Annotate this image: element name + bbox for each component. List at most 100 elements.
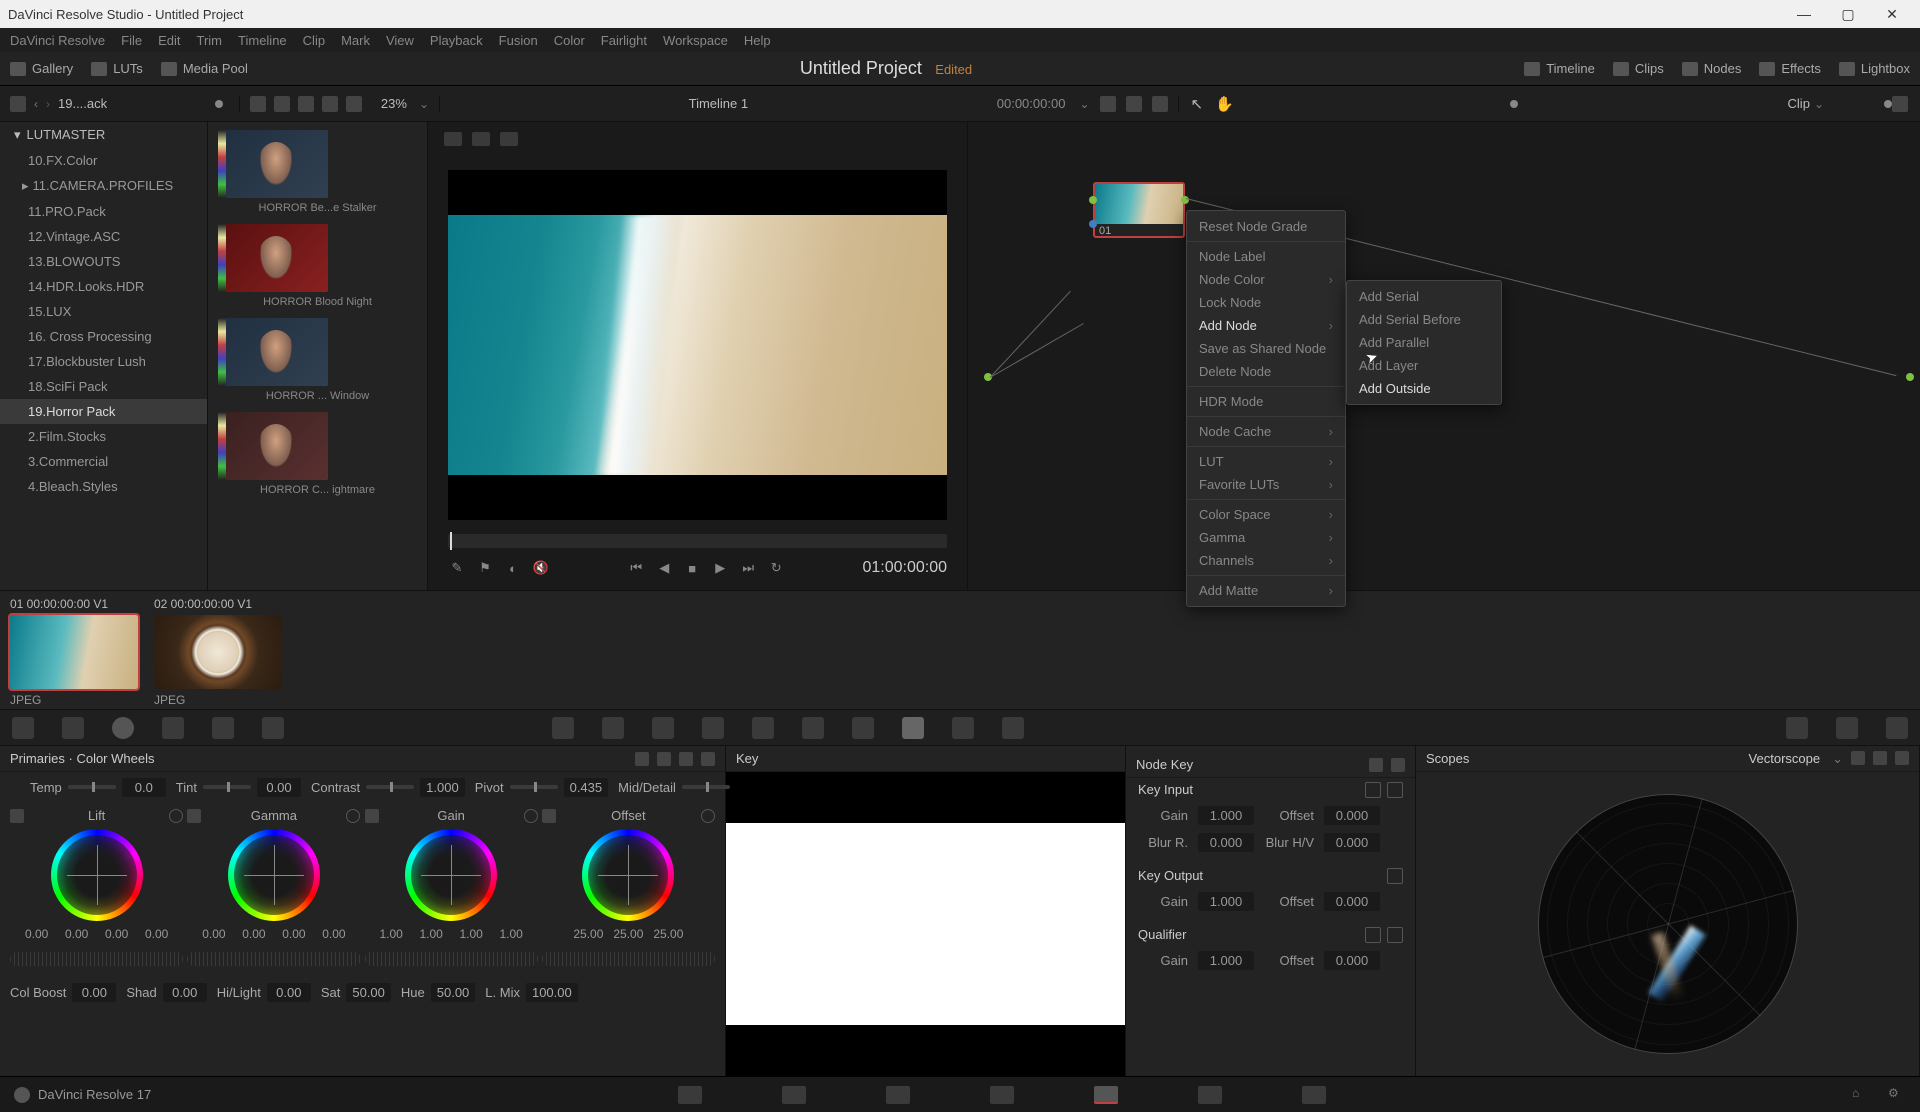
ctx-add-serial-before[interactable]: Add Serial Before xyxy=(1347,308,1501,331)
viewer-tc-top[interactable]: 00:00:00:00 xyxy=(997,96,1066,111)
palette-magic-icon[interactable] xyxy=(802,717,824,739)
wheel-reset-icon[interactable] xyxy=(346,809,360,823)
tab-mediapool[interactable]: Media Pool xyxy=(161,61,248,76)
ko-invert-icon[interactable] xyxy=(1387,868,1403,884)
ctx-favorite-luts[interactable]: Favorite LUTs› xyxy=(1187,473,1345,496)
graph-output-socket[interactable] xyxy=(1906,373,1914,381)
menu-trim[interactable]: Trim xyxy=(197,33,223,48)
val-lmix[interactable]: 100.00 xyxy=(526,983,578,1002)
slider-temp[interactable] xyxy=(68,785,116,789)
ctx-node-label[interactable]: Node Label xyxy=(1187,245,1345,268)
ctx-gamma[interactable]: Gamma› xyxy=(1187,526,1345,549)
lut-thumb[interactable] xyxy=(218,224,328,292)
pointer-icon[interactable]: ↖ xyxy=(1191,95,1204,113)
lut-thumb[interactable] xyxy=(218,318,328,386)
nodes-more-icon[interactable] xyxy=(1892,96,1908,112)
tree-item[interactable]: 2.Film.Stocks xyxy=(0,424,207,449)
palette-key-icon[interactable] xyxy=(902,717,924,739)
ki-gain[interactable]: 1.000 xyxy=(1198,806,1254,825)
ki-offset[interactable]: 0.000 xyxy=(1324,806,1380,825)
ctx-lut[interactable]: LUT› xyxy=(1187,450,1345,473)
node-in-socket[interactable] xyxy=(1089,196,1097,204)
slider-tint[interactable] xyxy=(203,785,251,789)
wheel-lift[interactable] xyxy=(51,829,143,921)
nodekey-more-icon[interactable] xyxy=(1391,758,1405,772)
val-hue[interactable]: 50.00 xyxy=(431,983,476,1002)
palette-primaries-icon[interactable] xyxy=(62,717,84,739)
palette-sizing-icon[interactable] xyxy=(952,717,974,739)
wheel-picker-icon[interactable] xyxy=(10,809,24,823)
ctx-lock-node[interactable]: Lock Node xyxy=(1187,291,1345,314)
tree-item[interactable]: 13.BLOWOUTS xyxy=(0,249,207,274)
jog-gamma[interactable] xyxy=(187,952,360,966)
viewer-scrubber[interactable] xyxy=(448,534,947,548)
primaries-mode1-icon[interactable] xyxy=(635,752,649,766)
panel-icon[interactable] xyxy=(10,96,26,112)
jog-offset[interactable] xyxy=(542,952,715,966)
settings-icon[interactable]: ⚙ xyxy=(1888,1086,1906,1104)
palette-blur-icon[interactable] xyxy=(852,717,874,739)
palette-hdr-icon[interactable] xyxy=(162,717,184,739)
jog-gain[interactable] xyxy=(365,952,538,966)
viewer-timecode[interactable]: 01:00:00:00 xyxy=(862,559,947,577)
ki-blurr[interactable]: 0.000 xyxy=(1198,833,1254,852)
menu-color[interactable]: Color xyxy=(554,33,585,48)
sort-icon[interactable] xyxy=(250,96,266,112)
wheel-val[interactable]: 1.00 xyxy=(453,927,489,941)
ctx-node-color[interactable]: Node Color› xyxy=(1187,268,1345,291)
hand-icon[interactable]: ✋ xyxy=(1215,95,1234,113)
ki-invert-icon[interactable] xyxy=(1365,782,1381,798)
grid-view-icon[interactable] xyxy=(274,96,290,112)
lut-thumb[interactable] xyxy=(218,412,328,480)
menu-fusion[interactable]: Fusion xyxy=(499,33,538,48)
wheel-val[interactable]: 0.00 xyxy=(139,927,175,941)
palette-scopes-icon[interactable] xyxy=(1836,717,1858,739)
node-out-socket[interactable] xyxy=(1181,196,1189,204)
wheel-val[interactable]: 25.00 xyxy=(650,927,686,941)
menu-help[interactable]: Help xyxy=(744,33,771,48)
wheel-reset-icon[interactable] xyxy=(524,809,538,823)
loop-icon[interactable]: ↻ xyxy=(767,559,785,577)
page-fairlight[interactable] xyxy=(1198,1086,1222,1104)
primaries-more-icon[interactable] xyxy=(701,752,715,766)
wheel-gain[interactable] xyxy=(405,829,497,921)
wheel-picker-icon[interactable] xyxy=(542,809,556,823)
tab-luts[interactable]: LUTs xyxy=(91,61,143,76)
q-invert-icon[interactable] xyxy=(1365,927,1381,943)
page-edit[interactable] xyxy=(886,1086,910,1104)
wipe-icon[interactable]: ◐ xyxy=(504,559,522,577)
wheel-val[interactable]: 0.00 xyxy=(19,927,55,941)
scope-chevron-icon[interactable]: ⌄ xyxy=(1832,751,1843,767)
slider-contrast[interactable] xyxy=(366,785,414,789)
ctx-reset-node-grade[interactable]: Reset Node Grade xyxy=(1187,215,1345,238)
nav-back[interactable]: ‹ xyxy=(34,97,38,111)
tree-item[interactable]: 11.PRO.Pack xyxy=(0,199,207,224)
wheel-offset[interactable] xyxy=(582,829,674,921)
wheel-val[interactable]: 25.00 xyxy=(610,927,646,941)
q-offset[interactable]: 0.000 xyxy=(1324,951,1380,970)
play-reverse-icon[interactable]: ◀ xyxy=(655,559,673,577)
tab-effects[interactable]: Effects xyxy=(1759,61,1821,76)
primaries-reset-icon[interactable] xyxy=(679,752,693,766)
marker-icon[interactable]: ✎ xyxy=(448,559,466,577)
clip-thumb[interactable] xyxy=(154,615,282,689)
menu-timeline[interactable]: Timeline xyxy=(238,33,287,48)
wheel-gamma[interactable] xyxy=(228,829,320,921)
wheel-val[interactable]: 1.00 xyxy=(413,927,449,941)
tree-item[interactable]: 3.Commercial xyxy=(0,449,207,474)
palette-curves2-icon[interactable] xyxy=(552,717,574,739)
wheel-val[interactable]: 0.00 xyxy=(99,927,135,941)
next-clip-icon[interactable]: ⏭ xyxy=(739,559,757,577)
clip-label[interactable]: Clip xyxy=(1788,96,1810,111)
ctx-save-as-shared-node[interactable]: Save as Shared Node xyxy=(1187,337,1345,360)
page-cut[interactable] xyxy=(782,1086,806,1104)
flag-icon[interactable]: ⚑ xyxy=(476,559,494,577)
wheel-reset-icon[interactable] xyxy=(169,809,183,823)
viewer-more-icon[interactable] xyxy=(1152,96,1168,112)
palette-curves-icon[interactable] xyxy=(12,717,34,739)
node-in-socket-2[interactable] xyxy=(1089,220,1097,228)
ctx-hdr-mode[interactable]: HDR Mode xyxy=(1187,390,1345,413)
palette-keyframe-icon[interactable] xyxy=(1786,717,1808,739)
val-shad[interactable]: 0.00 xyxy=(163,983,207,1002)
palette-qualifier-icon[interactable] xyxy=(652,717,674,739)
